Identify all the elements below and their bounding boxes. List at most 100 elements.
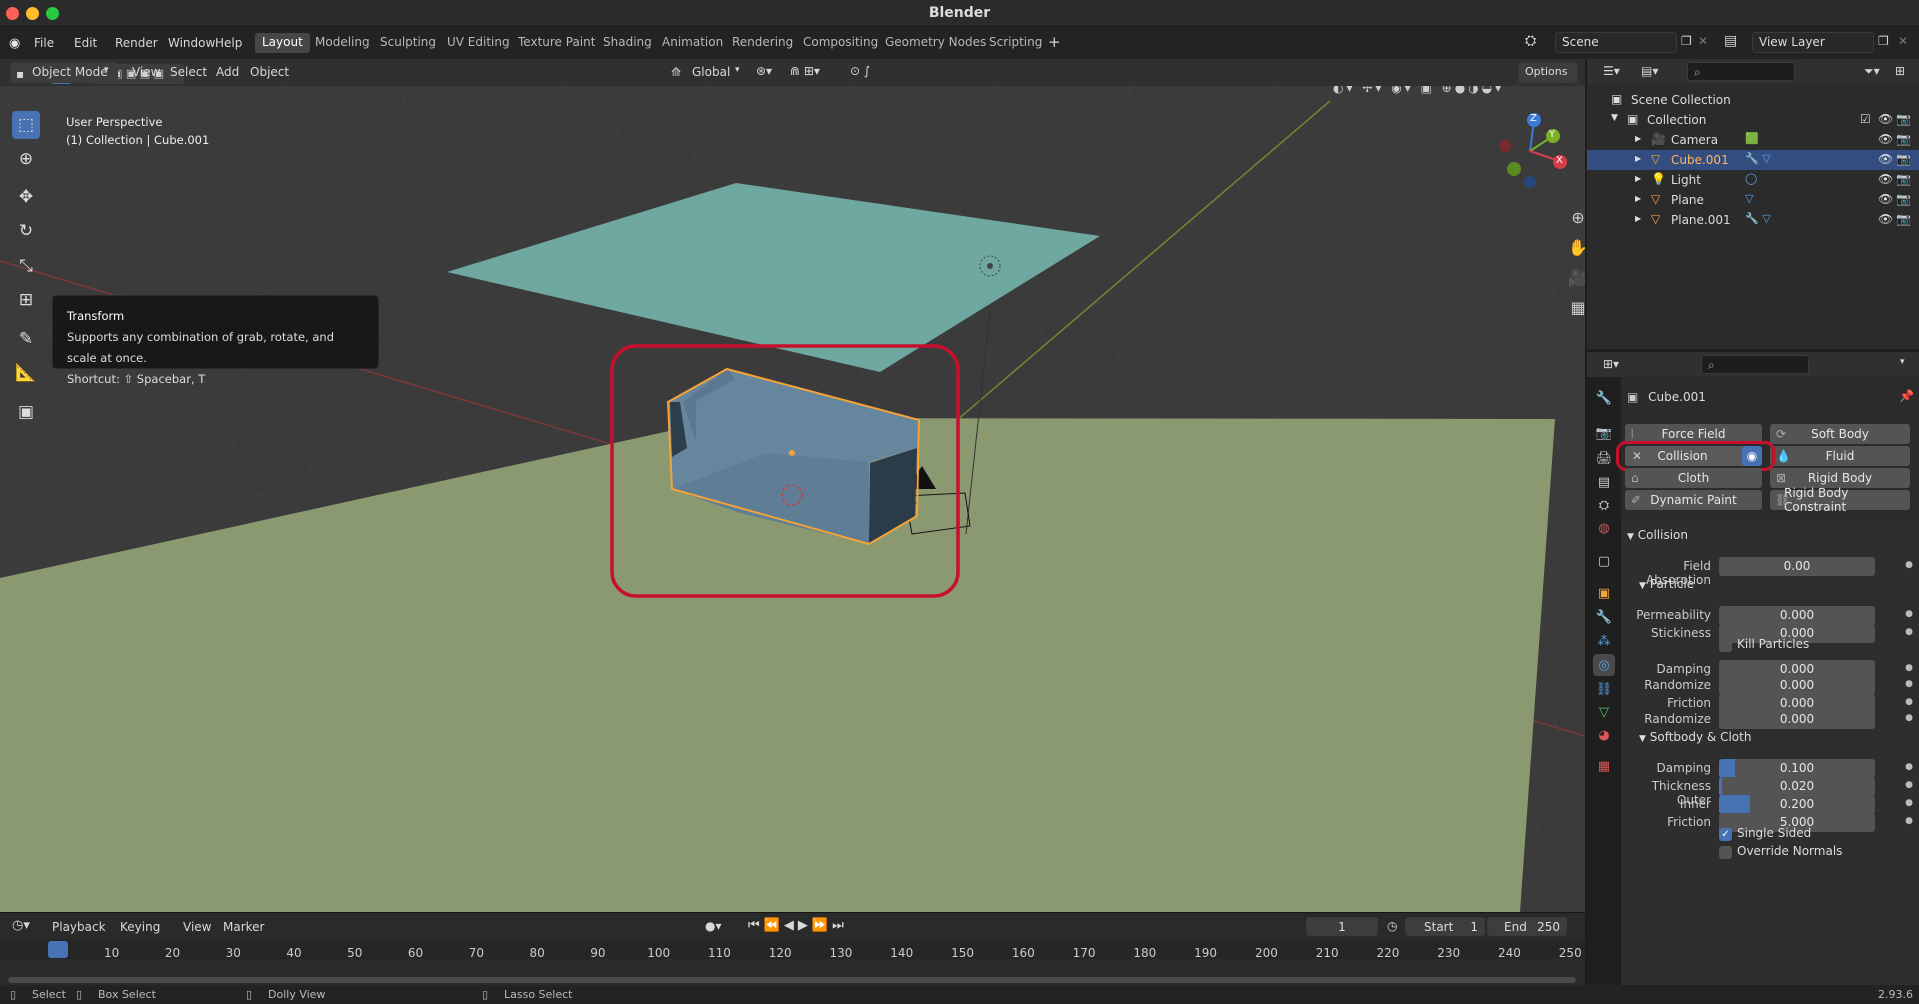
expand-chevron-icon[interactable]: ▶ [1635, 194, 1641, 203]
modifier-tab-icon[interactable]: 🔧 [1593, 606, 1615, 628]
particle-randomize-field[interactable]: 0.000 [1719, 676, 1875, 695]
tab-texture-paint[interactable]: Texture Paint [511, 33, 602, 53]
perspective-toggle-icon[interactable]: ▦ [1565, 294, 1585, 320]
tab-rendering[interactable]: Rendering [725, 33, 800, 53]
menu-keying[interactable]: Keying [120, 920, 160, 934]
pivot-point-icon[interactable]: ⊛▾ [756, 64, 772, 78]
keyframe-dot-icon[interactable]: ● [1905, 780, 1913, 790]
particle-subpanel-header[interactable]: ▼ Particle [1639, 577, 1694, 591]
collapse-chevron-icon[interactable]: ▼ [1611, 113, 1618, 123]
outliner-item[interactable]: ▶ 🎥 Camera 🟩 👁 📷 [1587, 130, 1919, 150]
tab-geometry-nodes[interactable]: Geometry Nodes [878, 33, 993, 53]
visibility-eye-icon[interactable]: 👁 [1878, 152, 1893, 166]
scene-tab-icon[interactable]: ⛭ [1593, 494, 1615, 516]
rigid-body-button[interactable]: ⊠ Rigid Body [1770, 468, 1910, 488]
menu-select[interactable]: Select [170, 65, 207, 79]
tab-animation[interactable]: Animation [655, 33, 730, 53]
render-camera-icon[interactable]: 📷 [1896, 112, 1911, 126]
tool-tab-icon[interactable]: 🔧 [1593, 387, 1615, 409]
keyframe-dot-icon[interactable]: ● [1905, 798, 1913, 808]
end-frame-field[interactable]: End 250 [1487, 917, 1567, 936]
keyframe-dot-icon[interactable]: ● [1905, 679, 1913, 689]
field-absorption-field[interactable]: 0.00 [1719, 557, 1875, 576]
proportional-editing-icon[interactable]: ⊙ ∫ [850, 64, 870, 78]
auto-keying-icon[interactable]: ●▾ [705, 919, 722, 933]
new-view-layer-icon[interactable]: ❐ [1878, 34, 1889, 48]
override-normals-checkbox[interactable] [1719, 846, 1732, 859]
texture-tab-icon[interactable]: ▦ [1593, 755, 1615, 777]
object-data-icons[interactable]: 🟩 [1745, 132, 1759, 145]
keyframe-dot-icon[interactable]: ● [1905, 609, 1913, 619]
collision-panel-header[interactable]: ▼ Collision [1627, 528, 1688, 542]
keyframe-dot-icon[interactable]: ● [1905, 762, 1913, 772]
keyframe-dot-icon[interactable]: ● [1905, 627, 1913, 637]
options-button[interactable]: Options [1518, 62, 1578, 83]
frame-ruler[interactable]: 1102030405060708090100110120130140150160… [0, 939, 1585, 960]
viewport-scene[interactable] [0, 86, 1585, 912]
annotate-tool-icon[interactable]: ✎ [12, 325, 40, 353]
display-mode-icon[interactable]: ▤▾ [1641, 64, 1658, 78]
render-camera-icon[interactable]: 📷 [1896, 192, 1911, 206]
mode-selector[interactable]: Object Mode [32, 65, 108, 79]
menu-edit[interactable]: Edit [74, 36, 97, 50]
zoom-icon[interactable]: ⊕ [1565, 204, 1585, 230]
delete-view-layer-icon[interactable]: ✕ [1898, 34, 1908, 48]
blender-logo-icon[interactable]: ◉ [9, 36, 20, 51]
expand-chevron-icon[interactable]: ▶ [1635, 214, 1641, 223]
new-scene-icon[interactable]: ❐ [1681, 34, 1692, 48]
outliner-search-input[interactable]: ⌕ [1687, 62, 1795, 81]
visibility-eye-icon[interactable]: 👁 [1878, 172, 1893, 186]
rigid-body-constraint-button[interactable]: ⛓ Rigid Body Constraint [1770, 486, 1910, 514]
properties-search-input[interactable]: ⌕ [1701, 355, 1809, 374]
playback-controls-icon[interactable]: ⏮⏪◀▶⏩⏭ [748, 918, 848, 933]
menu-add[interactable]: Add [216, 65, 239, 79]
outliner-editor-icon[interactable]: ☰▾ [1603, 64, 1620, 78]
expand-chevron-icon[interactable]: ▶ [1635, 174, 1641, 183]
playhead[interactable] [48, 941, 68, 958]
expand-chevron-icon[interactable]: ▶ [1635, 134, 1641, 143]
menu-help[interactable]: Help [215, 36, 242, 50]
menu-marker[interactable]: Marker [223, 920, 264, 934]
menu-file[interactable]: File [34, 36, 54, 50]
menu-render[interactable]: Render [115, 36, 158, 50]
keyframe-dot-icon[interactable]: ● [1905, 697, 1913, 707]
menu-object[interactable]: Object [250, 65, 289, 79]
tab-scripting[interactable]: Scripting [982, 33, 1049, 53]
cursor-tool-icon[interactable]: ⊕ [12, 145, 40, 173]
navigation-gizmo[interactable]: Z Y X [1490, 111, 1570, 191]
tab-compositing[interactable]: Compositing [796, 33, 885, 53]
menu-playback[interactable]: Playback [52, 920, 106, 934]
tab-modeling[interactable]: Modeling [308, 33, 377, 53]
filter-icon[interactable]: ⏷▾ [1864, 64, 1880, 79]
orientation-selector[interactable]: Global [692, 65, 730, 79]
object-tab-icon[interactable]: ▣ [1593, 582, 1615, 604]
output-tab-icon[interactable]: 🖨 [1593, 447, 1615, 469]
transform-tool-icon[interactable]: ⊞ [12, 286, 40, 314]
use-preview-range-icon[interactable]: ◷ [1387, 919, 1397, 933]
expand-chevron-icon[interactable]: ▶ [1635, 154, 1641, 163]
add-cube-tool-icon[interactable]: ▣ [12, 398, 40, 426]
physics-tab-icon[interactable]: ◎ [1593, 654, 1615, 676]
keyframe-dot-icon[interactable]: ● [1905, 560, 1913, 570]
render-camera-icon[interactable]: 📷 [1896, 152, 1911, 166]
tab-layout[interactable]: Layout [255, 33, 310, 53]
collection-tab-icon[interactable]: ▢ [1593, 550, 1615, 572]
camera-view-icon[interactable]: 🎥 [1565, 264, 1585, 290]
thickness-outer-field[interactable]: 0.020 [1719, 777, 1875, 796]
measure-tool-icon[interactable]: 📐 [12, 359, 40, 387]
softbody-subpanel-header[interactable]: ▼ Softbody & Cloth [1639, 730, 1751, 744]
properties-editor-icon[interactable]: ⊞▾ [1603, 357, 1619, 371]
visibility-icons[interactable]: ◐▾ ✢▾ ◉▾ ▣ ⊕●◑◒▾ [1333, 86, 1504, 95]
outliner-item[interactable]: ▶ ▽ Plane ▽ 👁 📷 [1587, 190, 1919, 210]
permeability-field[interactable]: 0.000 [1719, 606, 1875, 625]
3d-viewport[interactable]: User Perspective (1) Collection | Cube.0… [0, 86, 1585, 912]
visibility-eye-icon[interactable]: 👁 [1878, 212, 1893, 226]
material-tab-icon[interactable]: ◕ [1593, 724, 1615, 746]
move-tool-icon[interactable]: ✥ [12, 183, 40, 211]
exclude-checkbox-icon[interactable]: ☑ [1860, 112, 1871, 126]
tab-shading[interactable]: Shading [596, 33, 659, 53]
select-box-tool-icon[interactable]: ⬚ [12, 111, 40, 139]
outliner-collection[interactable]: ▼ ▣ Collection ☑ 👁 📷 [1587, 110, 1919, 130]
constraints-tab-icon[interactable]: ⛓ [1593, 678, 1615, 700]
softbody-damping-field[interactable]: 0.100 [1719, 759, 1875, 778]
